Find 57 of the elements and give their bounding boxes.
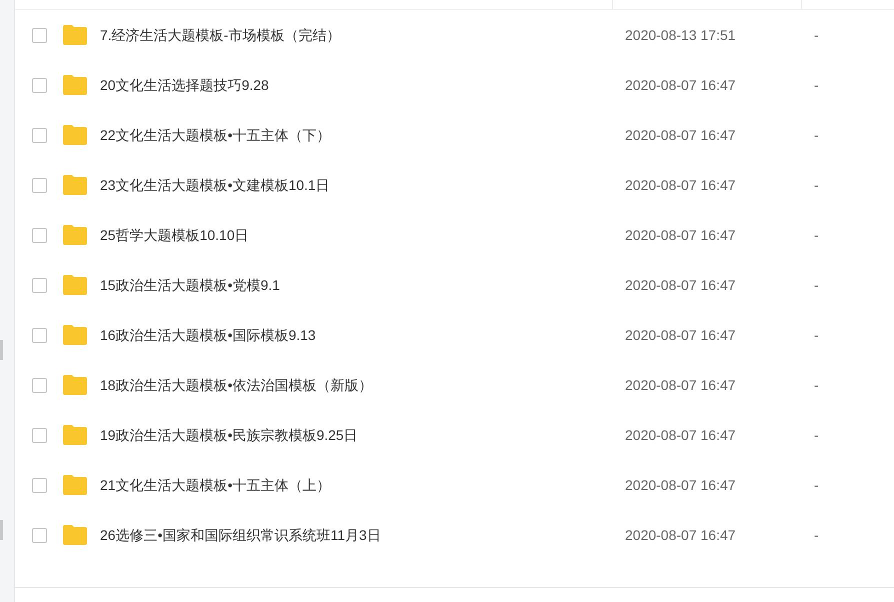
checkbox[interactable] — [32, 128, 47, 142]
modified-time: 2020-08-07 16:47 — [625, 76, 737, 94]
checkbox[interactable] — [32, 28, 47, 42]
file-name[interactable]: 20文化生活选择题技巧9.28 — [100, 74, 625, 96]
file-name[interactable]: 26选修三•国家和国际组织常识系统班11月3日 — [100, 524, 625, 546]
modified-time: 2020-08-07 16:47 — [625, 376, 737, 394]
modified-time: 2020-08-07 16:47 — [625, 276, 737, 294]
file-name[interactable]: 7.经济生活大题模板-市场模板（完结） — [100, 24, 625, 46]
modified-time: 2020-08-07 16:47 — [625, 326, 737, 344]
checkbox[interactable] — [32, 528, 47, 542]
modified-time: 2020-08-07 16:47 — [625, 176, 737, 194]
modified-time: 2020-08-07 16:47 — [625, 226, 737, 244]
file-size: - — [814, 376, 819, 394]
scroll-mark — [0, 520, 3, 540]
folder-icon — [62, 424, 88, 446]
file-size: - — [814, 76, 819, 94]
checkbox[interactable] — [32, 328, 47, 342]
file-size: - — [814, 326, 819, 344]
checkbox[interactable] — [32, 228, 47, 242]
modified-time: 2020-08-07 16:47 — [625, 476, 737, 494]
file-size: - — [814, 126, 819, 144]
checkbox[interactable] — [32, 178, 47, 192]
folder-icon — [62, 474, 88, 496]
folder-icon — [62, 324, 88, 346]
file-name[interactable]: 21文化生活大题模板•十五主体（上） — [100, 474, 625, 496]
checkbox[interactable] — [32, 478, 47, 492]
file-size: - — [814, 26, 819, 44]
file-name[interactable]: 16政治生活大题模板•国际模板9.13 — [100, 324, 625, 346]
checkbox[interactable] — [32, 78, 47, 92]
file-size: - — [814, 226, 819, 244]
folder-icon — [62, 174, 88, 196]
folder-icon — [62, 224, 88, 246]
folder-icon — [62, 24, 88, 46]
folder-icon — [62, 524, 88, 546]
modified-time: 2020-08-13 17:51 — [625, 26, 737, 44]
modified-time: 2020-08-07 16:47 — [625, 126, 737, 144]
file-size: - — [814, 176, 819, 194]
file-size: - — [814, 476, 819, 494]
checkbox[interactable] — [32, 378, 47, 392]
checkbox[interactable] — [32, 278, 47, 292]
checkbox[interactable] — [32, 428, 47, 442]
file-name[interactable]: 23文化生活大题模板•文建模板10.1日 — [100, 174, 625, 196]
file-name[interactable]: 22文化生活大题模板•十五主体（下） — [100, 124, 625, 146]
modified-time: 2020-08-07 16:47 — [625, 526, 737, 544]
modified-time: 2020-08-07 16:47 — [625, 426, 737, 444]
file-name[interactable]: 25哲学大题模板10.10日 — [100, 224, 625, 246]
folder-icon — [62, 124, 88, 146]
file-name[interactable]: 19政治生活大题模板•民族宗教模板9.25日 — [100, 424, 625, 446]
folder-icon — [62, 274, 88, 296]
file-size: - — [814, 526, 819, 544]
scroll-mark — [0, 340, 3, 360]
folder-icon — [62, 374, 88, 396]
file-name[interactable]: 18政治生活大题模板•依法治国模板（新版） — [100, 374, 625, 396]
folder-icon — [62, 74, 88, 96]
file-size: - — [814, 426, 819, 444]
file-name[interactable]: 15政治生活大题模板•党模9.1 — [100, 274, 625, 296]
file-size: - — [814, 276, 819, 294]
